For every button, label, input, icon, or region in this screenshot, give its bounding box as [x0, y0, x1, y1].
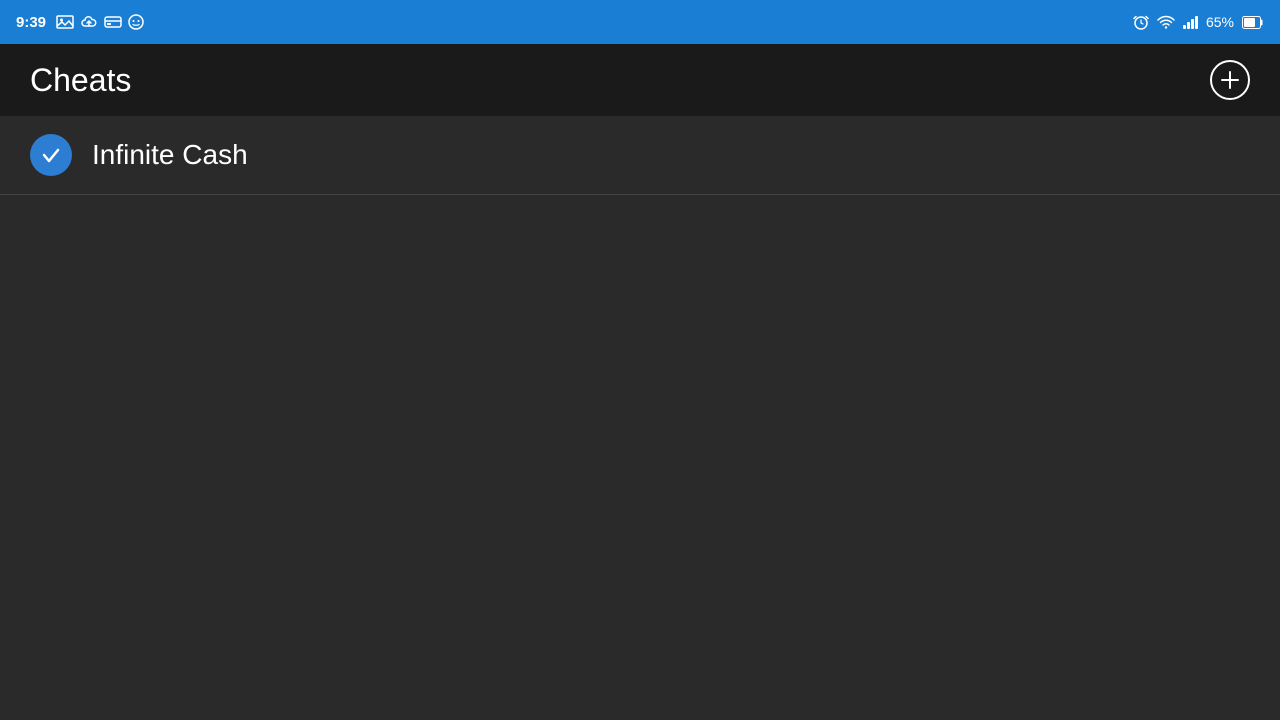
card-icon — [104, 15, 122, 29]
plus-icon — [1219, 69, 1241, 91]
image-icon — [56, 15, 74, 29]
status-bar: 9:39 — [0, 0, 1280, 44]
wifi-icon — [1157, 15, 1175, 29]
check-icon — [30, 134, 72, 176]
signal-icon — [1183, 15, 1198, 29]
status-bar-right: 65% — [1133, 14, 1264, 30]
add-button[interactable] — [1210, 60, 1250, 100]
checkmark-icon — [40, 144, 62, 166]
list-divider — [0, 194, 1280, 195]
status-time: 9:39 — [16, 14, 46, 31]
page-title: Cheats — [30, 62, 131, 99]
cloud-icon — [80, 15, 98, 29]
header: Cheats — [0, 44, 1280, 116]
status-icons — [56, 14, 144, 30]
face-icon — [128, 14, 144, 30]
cheat-label: Infinite Cash — [92, 139, 248, 171]
list-item[interactable]: Infinite Cash — [0, 116, 1280, 194]
status-bar-left: 9:39 — [16, 14, 144, 31]
battery-percent: 65% — [1206, 14, 1234, 30]
content: Infinite Cash — [0, 116, 1280, 195]
alarm-icon — [1133, 14, 1149, 30]
battery-icon — [1242, 16, 1264, 29]
